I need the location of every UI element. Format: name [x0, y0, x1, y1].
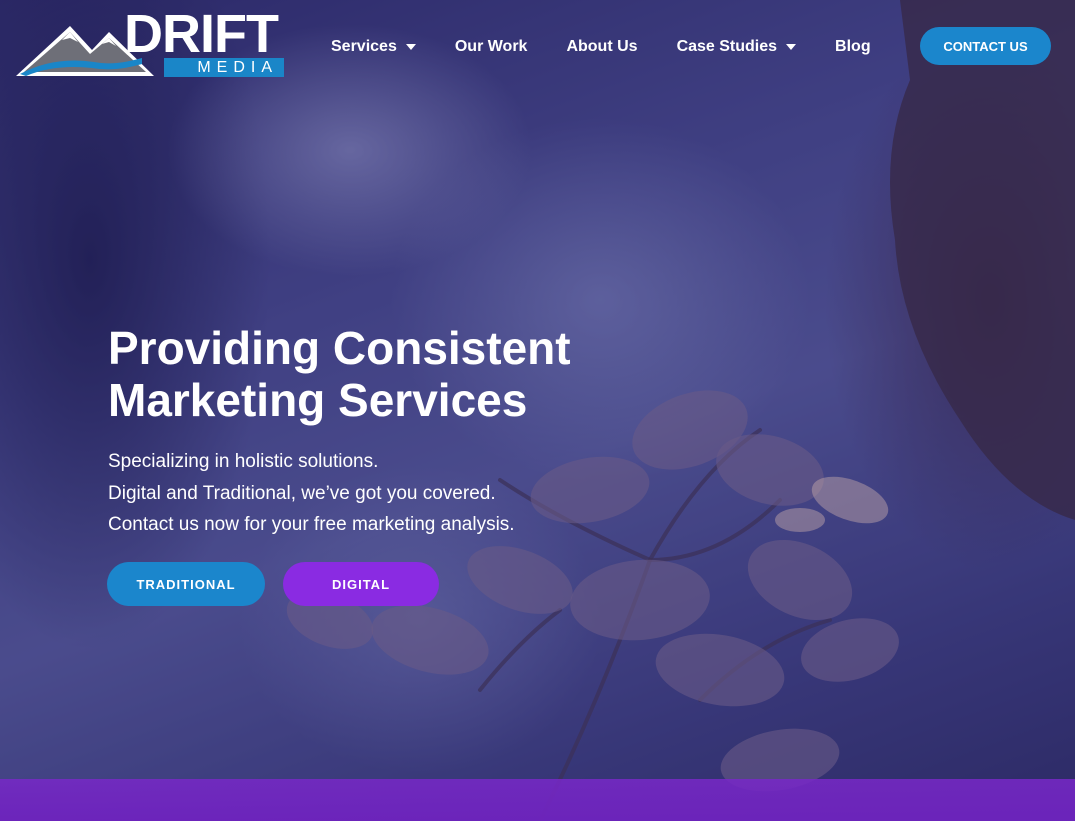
- nav-item-label: About Us: [566, 38, 638, 55]
- nav-item-label: Case Studies: [676, 38, 778, 55]
- hero-subtext: Specializing in holistic solutions. Digi…: [108, 446, 628, 541]
- nav-item-services[interactable]: Services: [331, 38, 416, 56]
- nav-item-label: Services: [331, 38, 397, 55]
- traditional-button[interactable]: TRADITIONAL: [107, 562, 265, 606]
- hero-headline-line: Marketing Services: [108, 374, 528, 426]
- nav-item-label: Blog: [835, 38, 871, 55]
- site-header: DRIFT MEDIA Services Our Work About Us C…: [0, 0, 1075, 92]
- hero-subtext-line: Digital and Traditional, we’ve got you c…: [108, 482, 496, 504]
- bottom-section-band: [0, 779, 1075, 821]
- nav-item-about-us[interactable]: About Us: [566, 38, 637, 56]
- logo-wordmark: DRIFT: [124, 4, 279, 64]
- hero-headline-line: Providing Consistent: [108, 322, 571, 374]
- nav-item-our-work[interactable]: Our Work: [455, 38, 528, 56]
- digital-button[interactable]: DIGITAL: [283, 562, 439, 606]
- nav-item-case-studies[interactable]: Case Studies: [676, 38, 797, 56]
- logo-tagline: MEDIA: [164, 58, 284, 77]
- hero-subtext-line: Specializing in holistic solutions.: [108, 451, 379, 472]
- contact-us-button[interactable]: CONTACT US: [920, 27, 1051, 65]
- chevron-down-icon: [786, 44, 797, 50]
- nav-item-blog[interactable]: Blog: [835, 38, 871, 56]
- hero-headline: Providing Consistent Marketing Services: [108, 322, 668, 426]
- nav-item-label: Our Work: [454, 38, 528, 55]
- drift-media-logo[interactable]: DRIFT MEDIA: [14, 6, 286, 80]
- main-nav: Services Our Work About Us Case Studies …: [331, 36, 910, 58]
- hero-subtext-line: Contact us now for your free marketing a…: [108, 514, 515, 535]
- chevron-down-icon: [405, 44, 416, 50]
